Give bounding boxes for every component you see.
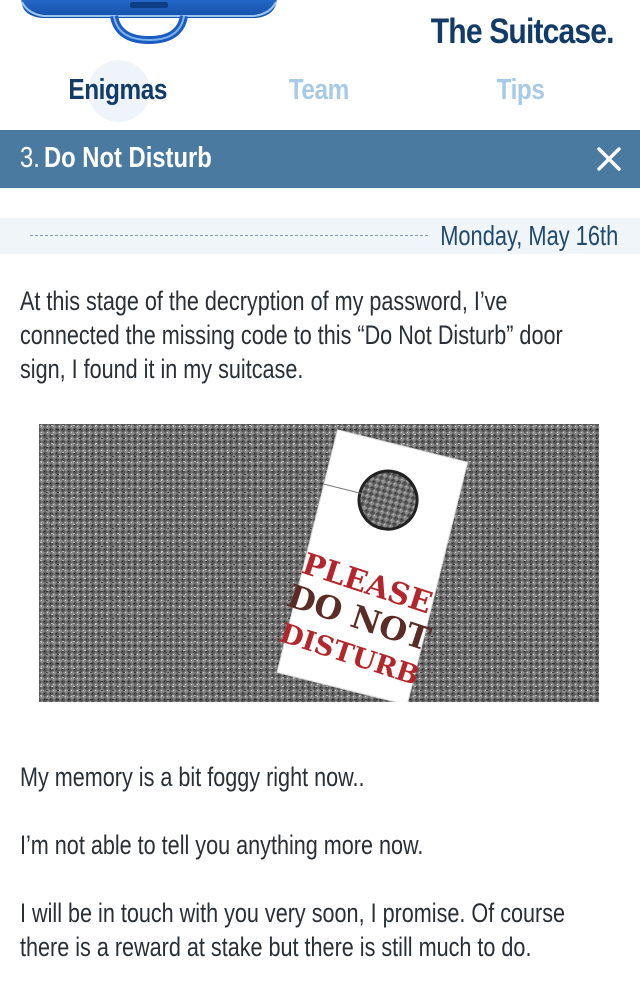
tab-tips[interactable]: Tips	[421, 62, 621, 118]
tab-enigmas[interactable]: Enigmas	[18, 62, 218, 118]
tab-label: Enigmas	[68, 73, 168, 106]
post-date: Monday, May 16th	[439, 220, 618, 251]
enigma-number: 3.	[20, 142, 40, 174]
enigma-title: Do Not Disturb	[44, 142, 212, 174]
close-icon[interactable]	[592, 142, 626, 176]
app-title: The Suitcase.	[431, 12, 615, 51]
date-strip: Monday, May 16th	[0, 218, 640, 254]
tab-label: Team	[288, 73, 350, 106]
tab-team[interactable]: Team	[219, 62, 419, 118]
suitcase-logo-icon	[21, 0, 277, 45]
paragraph-reward: I will be in touch with you very soon, I…	[20, 898, 566, 962]
tab-label: Tips	[497, 73, 545, 106]
tab-bar: Enigmas Team Tips	[0, 62, 640, 118]
dashed-divider	[30, 235, 428, 236]
paragraph-not-able: I’m not able to tell you anything more n…	[20, 830, 424, 860]
enigma-title-bar: 3. Do Not Disturb	[0, 130, 640, 188]
intro-paragraph: At this stage of the decryption of my pa…	[20, 286, 563, 384]
do-not-disturb-sign-image: PLEASE DO NOT DISTURB	[39, 424, 599, 702]
paragraph-memory: My memory is a bit foggy right now..	[20, 762, 365, 792]
